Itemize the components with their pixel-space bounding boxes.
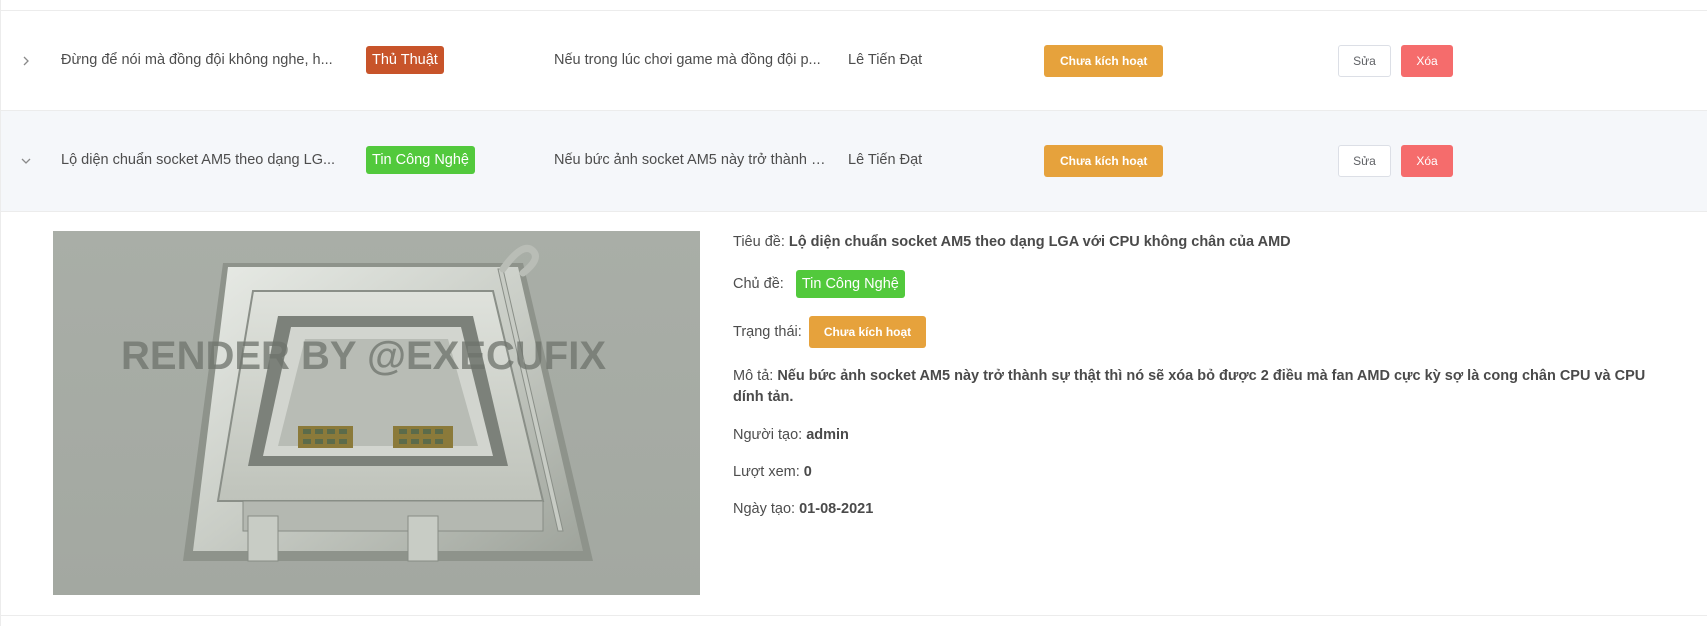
post-title: Đừng để nói mà đồng đội không nghe, h... — [61, 52, 333, 68]
chevron-down-icon[interactable] — [19, 154, 33, 168]
date-label: Ngày tạo: — [733, 501, 796, 517]
delete-button[interactable]: Xóa — [1401, 45, 1453, 77]
detail-views-row: Lượt xem: 0 — [733, 462, 1673, 483]
post-author: Lê Tiến Đạt — [848, 152, 923, 168]
title-label: Tiêu đề: — [733, 234, 785, 250]
creator-label: Người tạo: — [733, 427, 803, 443]
expanded-detail: RENDER BY @EXECUFIX Tiêu đề: Lộ diện chu… — [1, 211, 1707, 615]
posts-table: Đừng để nói mà đồng đội không nghe, h...… — [0, 0, 1707, 626]
table-row: Lộ diện chuẩn socket AM5 theo dạng LG...… — [1, 111, 1707, 211]
status-button[interactable]: Chưa kích hoạt — [1044, 45, 1164, 77]
status-badge[interactable]: Chưa kích hoạt — [808, 316, 927, 348]
views-label: Lượt xem: — [733, 464, 800, 480]
table-row: Đừng để nói mà đồng đội không nghe, h...… — [1, 11, 1707, 111]
detail-title-row: Tiêu đề: Lộ diện chuẩn socket AM5 theo d… — [733, 232, 1673, 253]
delete-button[interactable]: Xóa — [1401, 145, 1453, 177]
post-image: RENDER BY @EXECUFIX — [53, 231, 700, 595]
status-label: Trạng thái: — [733, 323, 802, 340]
detail-creator-row: Người tạo: admin — [733, 425, 1673, 446]
detail-status-row: Trạng thái: Chưa kích hoạt — [733, 316, 1673, 348]
title-value: Lộ diện chuẩn socket AM5 theo dạng LGA v… — [788, 234, 1291, 250]
edit-button[interactable]: Sửa — [1338, 45, 1391, 77]
views-value: 0 — [803, 464, 812, 480]
detail-topic-row: Chủ đề: Tin Công Nghệ — [733, 270, 1673, 298]
post-author: Lê Tiến Đạt — [848, 52, 923, 68]
detail-description-row: Mô tả: Nếu bức ảnh socket AM5 này trở th… — [733, 366, 1673, 408]
detail-date-row: Ngày tạo: 01-08-2021 — [733, 499, 1673, 520]
category-tag: Tin Công Nghệ — [366, 146, 475, 174]
creator-value: admin — [806, 427, 849, 443]
status-button[interactable]: Chưa kích hoạt — [1044, 145, 1164, 177]
edit-button[interactable]: Sửa — [1338, 145, 1391, 177]
description-label: Mô tả: — [733, 368, 774, 384]
row-divider — [1, 615, 1707, 616]
post-description: Nếu trong lúc chơi game mà đồng đội p... — [554, 52, 821, 68]
category-tag: Thủ Thuật — [366, 46, 444, 74]
post-description: Nếu bức ảnh socket AM5 này trở thành s..… — [554, 152, 829, 168]
image-watermark: RENDER BY @EXECUFIX — [121, 334, 606, 378]
chevron-right-icon[interactable] — [19, 54, 33, 68]
description-value: Nếu bức ảnh socket AM5 này trở thành sự … — [733, 368, 1646, 405]
topic-tag: Tin Công Nghệ — [795, 270, 905, 298]
topic-label: Chủ đề: — [733, 275, 784, 292]
date-value: 01-08-2021 — [799, 501, 874, 517]
post-title: Lộ diện chuẩn socket AM5 theo dạng LG... — [61, 152, 336, 168]
